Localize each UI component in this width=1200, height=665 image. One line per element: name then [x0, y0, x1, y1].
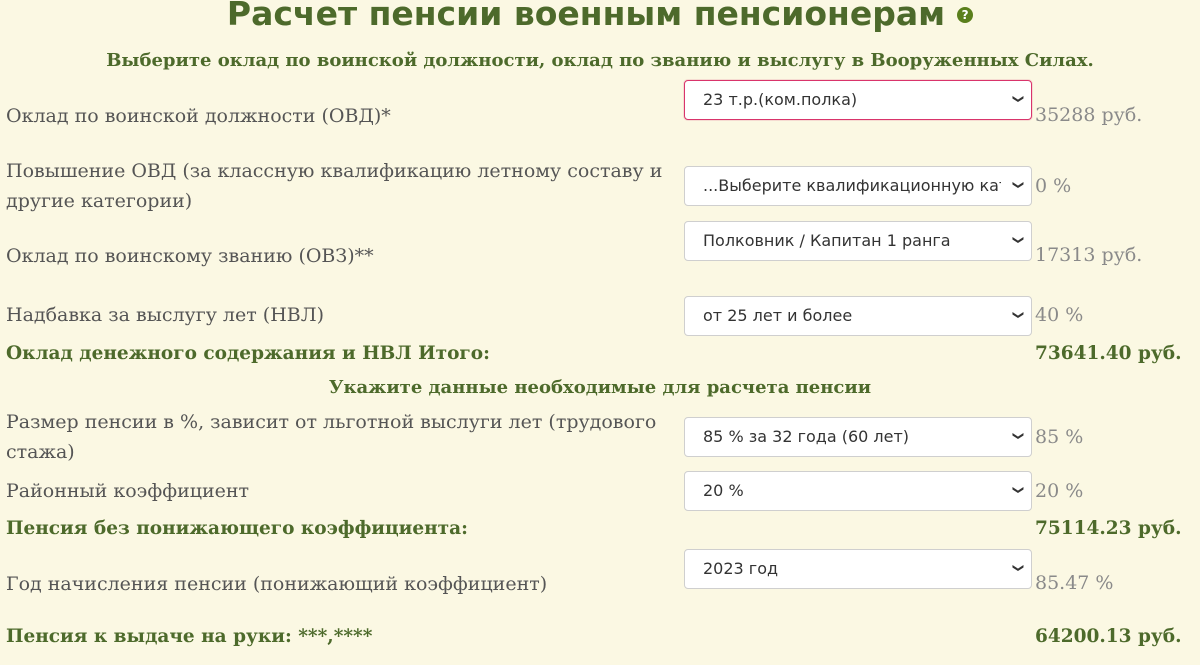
nvl-result: 40 %	[1035, 304, 1084, 326]
nvl-select-value: от 25 лет и более	[703, 306, 853, 325]
subtotal-value: 73641.40 руб.	[1035, 343, 1182, 364]
page-title: Расчет пенсии военным пенсионерам?	[0, 0, 1200, 33]
ovz-select-value: Полковник / Капитан 1 ранга	[703, 231, 951, 250]
ovd-select-value: 23 т.р.(ком.полка)	[703, 90, 858, 109]
subtotal-label: Оклад денежного содержания и НВЛ Итого:	[6, 343, 490, 364]
chevron-down-icon: ❯	[1008, 483, 1028, 497]
pension-percent-select-value: 85 % за 32 года (60 лет)	[703, 427, 910, 446]
year-select-value: 2023 год	[703, 559, 779, 578]
ovd-raise-result: 0 %	[1035, 175, 1072, 197]
ovz-result: 17313 руб.	[1035, 244, 1143, 266]
final-pension-label: Пенсия к выдаче на руки: ***,****	[6, 626, 373, 647]
help-icon[interactable]: ?	[957, 7, 974, 23]
pension-no-coef-label: Пенсия без понижающего коэффициента:	[6, 518, 468, 539]
regional-coef-label: Районный коэффициент	[6, 480, 250, 502]
section-heading-salary: Выберите оклад по воинской должности, ок…	[106, 50, 1094, 71]
ovd-select[interactable]: 23 т.р.(ком.полка) ❯	[684, 80, 1032, 120]
ovd-raise-select[interactable]: ...Выберите квалификационную категорию ❯	[684, 166, 1032, 206]
ovd-result: 35288 руб.	[1035, 104, 1143, 126]
chevron-down-icon: ❯	[1008, 92, 1028, 106]
chevron-down-icon: ❯	[1008, 308, 1028, 322]
regional-coef-select[interactable]: 20 % ❯	[684, 471, 1032, 511]
pension-percent-result: 85 %	[1035, 426, 1084, 448]
chevron-down-icon: ❯	[1008, 429, 1028, 443]
ovz-select[interactable]: Полковник / Капитан 1 ранга ❯	[684, 221, 1032, 261]
pension-no-coef-value: 75114.23 руб.	[1035, 518, 1182, 539]
ovd-raise-label: Повышение ОВД (за классную квалификацию …	[6, 160, 663, 212]
year-label: Год начисления пенсии (понижающий коэффи…	[6, 573, 548, 595]
year-select[interactable]: 2023 год ❯	[684, 549, 1032, 589]
section-heading-pension: Укажите данные необходимые для расчета п…	[328, 377, 872, 398]
nvl-select[interactable]: от 25 лет и более ❯	[684, 296, 1032, 336]
chevron-down-icon: ❯	[1008, 178, 1028, 192]
ovz-label: Оклад по воинскому званию (ОВЗ)**	[6, 245, 374, 267]
chevron-down-icon: ❯	[1008, 561, 1028, 575]
page-title-text: Расчет пенсии военным пенсионерам	[226, 0, 946, 33]
year-result: 85.47 %	[1035, 572, 1114, 594]
nvl-label: Надбавка за выслугу лет (НВЛ)	[6, 304, 324, 326]
pension-percent-label: Размер пенсии в %, зависит от льготной в…	[6, 411, 657, 463]
pension-percent-select[interactable]: 85 % за 32 года (60 лет) ❯	[684, 417, 1032, 457]
chevron-down-icon: ❯	[1008, 233, 1028, 247]
ovd-raise-select-value: ...Выберите квалификационную категорию	[703, 176, 1001, 195]
ovd-label: Оклад по воинской должности (ОВД)*	[6, 105, 391, 127]
final-pension-value: 64200.13 руб.	[1035, 626, 1182, 647]
regional-coef-result: 20 %	[1035, 480, 1084, 502]
regional-coef-select-value: 20 %	[703, 481, 744, 500]
